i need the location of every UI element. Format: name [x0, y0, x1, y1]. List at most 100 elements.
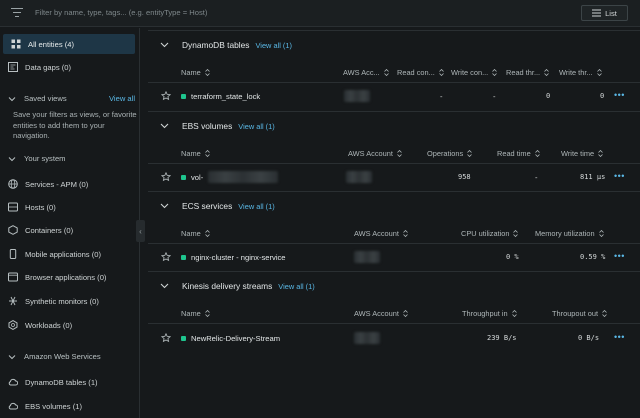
- sidebar-item-hosts[interactable]: Hosts (0): [8, 197, 56, 217]
- card-title: Kinesis delivery streams: [182, 281, 273, 291]
- column-header-aws-account[interactable]: AWS Account: [348, 149, 402, 158]
- column-header-cpu-utilization[interactable]: CPU utilization: [461, 229, 519, 238]
- star-icon[interactable]: [161, 172, 171, 182]
- aws-label: Amazon Web Services: [24, 352, 101, 361]
- aws-header[interactable]: Amazon Web Services: [8, 352, 101, 361]
- chevron-down-icon: [160, 203, 169, 209]
- column-header-name[interactable]: Name: [181, 309, 210, 318]
- sidebar-item-containers[interactable]: Containers (0): [8, 220, 73, 240]
- sort-icon: [534, 150, 540, 157]
- more-icon[interactable]: •••: [614, 333, 625, 342]
- saved-views-header[interactable]: Saved views: [8, 94, 67, 103]
- sidebar-item-dynamodb-tables[interactable]: DynamoDB tables (1): [8, 372, 98, 392]
- column-header-read-consumed[interactable]: Read con...: [397, 68, 444, 77]
- cpu-utilization-value: 0 %: [506, 253, 519, 261]
- sidebar-item-data-gaps[interactable]: Data gaps (0): [8, 57, 71, 77]
- server-icon: [8, 202, 18, 212]
- sidebar-item-workloads[interactable]: Workloads (0): [8, 315, 72, 335]
- chevron-down-icon: [8, 96, 16, 101]
- sidebar-item-all-entities[interactable]: All entities (4): [3, 34, 135, 54]
- column-header-write-time[interactable]: Write time: [561, 149, 603, 158]
- sidebar-item-browser-applications[interactable]: Browser applications (0): [8, 267, 106, 287]
- your-system-label: Your system: [24, 154, 66, 163]
- your-system-header[interactable]: Your system: [8, 154, 66, 163]
- redacted-aws-account: [346, 171, 372, 183]
- column-header-aws-account[interactable]: AWS Account: [354, 229, 408, 238]
- sidebar-item-label: Services - APM (0): [25, 179, 89, 189]
- redacted-volume-id: [208, 171, 278, 183]
- sort-icon: [403, 230, 408, 237]
- redacted-aws-account: [354, 332, 380, 344]
- view-all-link[interactable]: View all (1): [278, 282, 314, 291]
- more-icon[interactable]: •••: [614, 91, 625, 100]
- filter-icon[interactable]: [11, 8, 23, 18]
- write-time-value: 811 µs: [580, 173, 606, 181]
- column-header-memory-utilization[interactable]: Memory utilization: [535, 229, 604, 238]
- column-header-aws-account[interactable]: AWS Acc...: [343, 68, 389, 77]
- dynamodb-card: DynamoDB tables View all (1) Name AWS Acc…: [148, 30, 640, 110]
- sidebar-item-label: Browser applications (0): [25, 272, 107, 282]
- entity-name[interactable]: nginx-cluster - nginx-service: [191, 253, 286, 262]
- sidebar-item-label: EBS volumes (1): [25, 401, 82, 411]
- table-row[interactable]: nginx-cluster - nginx-service 0 % 0.59 %…: [148, 245, 640, 269]
- entity-name[interactable]: NewRelic-Delivery-Stream: [191, 334, 280, 343]
- throughput-in-value: 239 B/s: [487, 334, 517, 342]
- saved-views-description: Save your filters as views, or favorite …: [13, 110, 137, 140]
- column-header-write-throttled[interactable]: Write thr...: [559, 68, 602, 77]
- card-header[interactable]: EBS volumes View all (1): [148, 112, 640, 140]
- entity-name[interactable]: vol-: [191, 173, 203, 182]
- sidebar-item-label: Synthetic monitors (0): [25, 296, 99, 306]
- view-all-link[interactable]: View all (1): [238, 122, 274, 131]
- star-icon[interactable]: [161, 252, 171, 262]
- view-all-link[interactable]: View all (1): [238, 202, 274, 211]
- sidebar: All entities (4) Data gaps (0) Saved vie…: [0, 28, 140, 418]
- status-indicator: [181, 255, 186, 260]
- sidebar-item-ebs-volumes[interactable]: EBS volumes (1): [8, 396, 82, 416]
- card-title: EBS volumes: [182, 121, 233, 131]
- memory-utilization-value: 0.59 %: [580, 253, 606, 261]
- column-header-throughput-in[interactable]: Throughput in: [462, 309, 517, 318]
- list-button-label: List: [605, 8, 617, 18]
- column-header-read-time[interactable]: Read time: [497, 149, 540, 158]
- chevron-down-icon: [160, 283, 169, 289]
- column-header-aws-account[interactable]: AWS Account: [354, 309, 408, 318]
- sidebar-item-label: Workloads (0): [25, 320, 73, 330]
- sidebar-collapse-handle[interactable]: ‹: [136, 220, 145, 242]
- filter-input[interactable]: Filter by name, type, tags... (e.g. enti…: [35, 8, 207, 17]
- column-header-write-consumed[interactable]: Write con...: [451, 68, 498, 77]
- star-icon[interactable]: [161, 333, 171, 343]
- more-icon[interactable]: •••: [614, 172, 625, 181]
- table-row[interactable]: terraform_state_lock - - 0 0 •••: [148, 84, 640, 108]
- card-header[interactable]: ECS services View all (1): [148, 192, 640, 220]
- throughput-out-value: 0 B/s: [578, 334, 600, 342]
- column-header-name[interactable]: Name: [181, 149, 210, 158]
- write-consumed-value: -: [493, 92, 496, 101]
- write-throttled-value: 0: [600, 92, 605, 100]
- entity-name[interactable]: terraform_state_lock: [191, 92, 260, 101]
- column-header-throughput-out[interactable]: Throupout out: [552, 309, 607, 318]
- column-header-name[interactable]: Name: [181, 229, 210, 238]
- column-header-operations[interactable]: Operations: [427, 149, 472, 158]
- sidebar-item-mobile-applications[interactable]: Mobile applications (0): [8, 244, 101, 264]
- saved-views-view-all-link[interactable]: View all: [109, 94, 135, 103]
- sort-icon: [513, 230, 519, 237]
- sidebar-item-label: DynamoDB tables (1): [25, 377, 98, 387]
- table-row[interactable]: NewRelic-Delivery-Stream 239 B/s 0 B/s •…: [148, 326, 640, 350]
- card-header[interactable]: Kinesis delivery streams View all (1): [148, 272, 640, 300]
- redacted-aws-account: [354, 251, 380, 263]
- sidebar-item-services-apm[interactable]: Services - APM (0): [8, 174, 88, 194]
- star-icon[interactable]: [161, 91, 171, 101]
- table-row[interactable]: vol- 958 - 811 µs •••: [148, 165, 640, 189]
- more-icon[interactable]: •••: [614, 252, 625, 261]
- chevron-down-icon: [8, 354, 16, 359]
- sidebar-item-synthetic-monitors[interactable]: Synthetic monitors (0): [8, 291, 99, 311]
- card-header[interactable]: DynamoDB tables View all (1): [148, 31, 640, 59]
- synthetic-icon: [8, 296, 18, 306]
- sort-icon: [204, 150, 210, 157]
- view-all-link[interactable]: View all (1): [256, 41, 292, 50]
- container-icon: [8, 225, 18, 235]
- list-view-button[interactable]: List: [581, 5, 628, 21]
- column-header-name[interactable]: Name: [181, 68, 210, 77]
- column-header-read-throttled[interactable]: Read thr...: [506, 68, 549, 77]
- sort-icon: [403, 310, 408, 317]
